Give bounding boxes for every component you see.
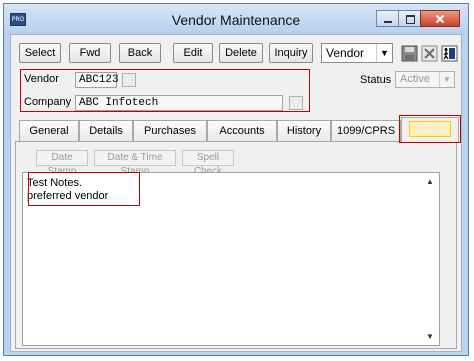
company-field[interactable]: ABC Infotech xyxy=(75,95,283,111)
chevron-down-icon[interactable]: ▼ xyxy=(439,72,454,87)
inquiry-button[interactable]: Inquiry xyxy=(269,43,313,63)
maximize-button[interactable] xyxy=(398,10,421,27)
tab-purchases[interactable]: Purchases xyxy=(133,120,207,142)
vendor-label: Vendor xyxy=(24,73,59,85)
vendor-lookup-icon[interactable] xyxy=(122,73,136,87)
scroll-down-icon[interactable]: ▼ xyxy=(426,332,434,341)
tab-accounts[interactable]: Accounts xyxy=(207,120,277,142)
tab-history[interactable]: History xyxy=(277,120,331,142)
lookup-type-select[interactable]: Vendor ▼ xyxy=(321,43,393,63)
vendor-maintenance-window: PRO Vendor Maintenance Select Fwd Back E… xyxy=(3,3,469,356)
edit-button[interactable]: Edit xyxy=(173,43,213,63)
client-area: Select Fwd Back Edit Delete Inquiry Vend… xyxy=(10,34,462,352)
back-button[interactable]: Back xyxy=(119,43,161,63)
window-controls xyxy=(376,10,460,27)
save-icon[interactable] xyxy=(401,45,418,62)
lookup-type-value: Vendor xyxy=(326,46,365,60)
fwd-button[interactable]: Fwd xyxy=(69,43,111,63)
company-lookup-icon[interactable] xyxy=(289,96,303,110)
date-time-stamp-button[interactable]: Date & Time Stamp xyxy=(94,150,176,177)
date-stamp-button[interactable]: Date Stamp xyxy=(36,150,88,177)
company-label: Company xyxy=(24,96,72,108)
tab-1099-cprs[interactable]: 1099/CPRS xyxy=(331,120,401,142)
status-select[interactable]: Active ▼ xyxy=(395,71,455,88)
minimize-button[interactable] xyxy=(376,10,399,27)
status-value: Active xyxy=(400,73,430,85)
status-label: Status xyxy=(360,74,392,86)
exit-door-icon[interactable] xyxy=(441,45,458,62)
notes-tab-highlight xyxy=(399,115,461,143)
close-button[interactable] xyxy=(420,10,460,27)
notes-scrollbar[interactable]: ▲ ▼ xyxy=(423,173,439,345)
select-button[interactable]: Select xyxy=(19,43,61,63)
spell-check-button[interactable]: Spell Check xyxy=(182,150,234,177)
notes-panel: Date Stamp Date & Time Stamp Spell Check… xyxy=(15,141,457,349)
notes-text-highlight xyxy=(28,172,140,206)
scroll-up-icon[interactable]: ▲ xyxy=(426,177,434,186)
vendor-field[interactable]: ABC123 xyxy=(75,72,119,88)
tab-details[interactable]: Details xyxy=(79,120,133,142)
cancel-changes-icon[interactable] xyxy=(421,45,438,62)
title-bar[interactable]: PRO Vendor Maintenance xyxy=(4,4,468,34)
tab-general[interactable]: General xyxy=(19,120,79,142)
delete-button[interactable]: Delete xyxy=(219,43,263,63)
chevron-down-icon[interactable]: ▼ xyxy=(376,44,392,62)
